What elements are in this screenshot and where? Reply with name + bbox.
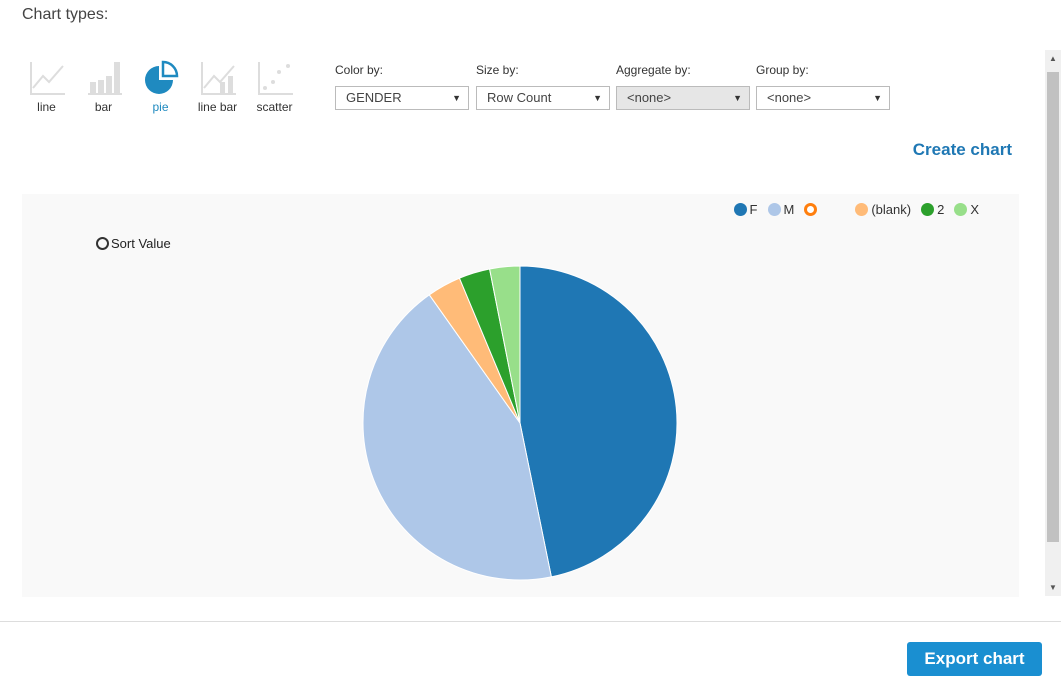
chart-type-line[interactable]: line [18,58,75,114]
vertical-scrollbar[interactable]: ▲ ▼ [1045,50,1061,596]
group-by-label: Group by: [756,63,809,77]
create-chart-link[interactable]: Create chart [913,140,1012,160]
aggregate-by-select[interactable]: <none> [616,86,750,110]
size-by-select[interactable]: Row Count [476,86,610,110]
scatter-chart-icon [257,62,293,95]
divider [0,621,1061,622]
chart-type-label: line [37,100,56,114]
pie-chart-icon [144,60,178,94]
color-by-control: Color by: GENDER [335,63,469,110]
chart-type-label: pie [152,100,169,114]
chart-type-pie[interactable]: pie [132,58,189,114]
chart-type-list: line bar pie line bar scatter [18,58,303,114]
scrollbar-thumb[interactable] [1047,72,1059,542]
aggregate-by-control: Aggregate by: <none> [616,63,750,110]
bar-chart-icon [87,62,122,95]
group-by-control: Group by: <none> [756,63,890,110]
chart-type-label: scatter [256,100,293,114]
chart-type-line-bar[interactable]: line bar [189,58,246,114]
line-bar-chart-icon [200,62,236,95]
scroll-up-icon[interactable]: ▲ [1045,54,1061,63]
chart-type-bar[interactable]: bar [75,58,132,114]
size-by-control: Size by: Row Count [476,63,610,110]
chart-type-label: line bar [197,100,238,114]
pie-slice-F[interactable] [519,265,678,578]
chart-type-scatter[interactable]: scatter [246,58,303,114]
chart-types-title: Chart types: [22,6,109,23]
color-by-label: Color by: [335,63,384,77]
scroll-down-icon[interactable]: ▼ [1045,583,1061,592]
export-chart-button[interactable]: Export chart [907,642,1042,676]
chart-type-label: bar [94,100,113,114]
pie-chart [362,265,678,581]
size-by-label: Size by: [476,63,519,77]
line-chart-icon [29,62,65,95]
chart-area: F M (blank) 2 X Sort Value [22,194,1019,597]
color-by-select[interactable]: GENDER [335,86,469,110]
aggregate-by-label: Aggregate by: [616,63,691,77]
group-by-select[interactable]: <none> [756,86,890,110]
